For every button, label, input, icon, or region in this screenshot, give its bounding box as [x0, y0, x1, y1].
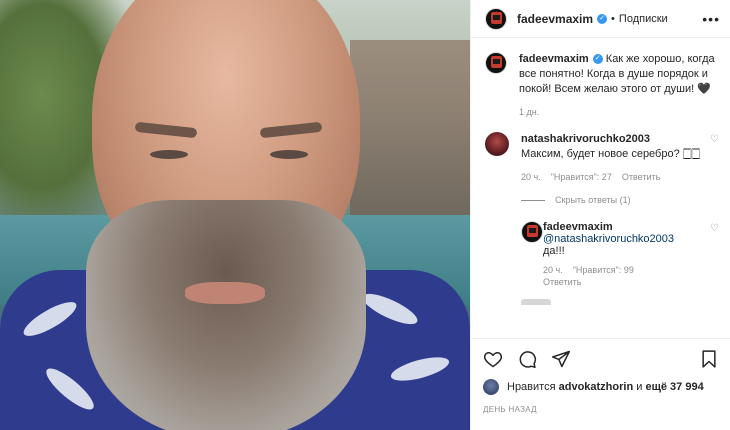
reply-like-icon[interactable]: ♡ — [710, 221, 719, 287]
post-header: fadeevmaxim ✓ • Подписки ••• — [471, 0, 730, 38]
follow-status-button[interactable]: Подписки — [619, 13, 668, 25]
caption-body: fadeevmaxim ✓ Как же хорошо, когда все по… — [519, 52, 719, 120]
comment-username[interactable]: natashakrivoruchko2003 — [521, 133, 650, 145]
header-separator: • — [611, 12, 615, 25]
reply-meta: 20 ч. "Нравится": 99 — [543, 265, 674, 275]
likes-prefix: Нравится — [507, 381, 556, 393]
replies-line — [521, 199, 545, 201]
instagram-post: fadeevmaxim ✓ • Подписки ••• fadeevmaxim… — [0, 0, 730, 430]
likes-user[interactable]: advokatzhorin — [559, 381, 634, 393]
shirt-pattern — [359, 288, 421, 330]
post-photo[interactable] — [0, 0, 470, 430]
reply-likes[interactable]: "Нравится": 99 — [573, 265, 634, 275]
comment-body: natashakrivoruchko2003 Максим, будет нов… — [521, 132, 700, 185]
comment-time[interactable]: 20 ч. — [521, 170, 541, 185]
avatar[interactable] — [485, 132, 509, 156]
comments-area[interactable]: fadeevmaxim ✓ Как же хорошо, когда все по… — [471, 38, 730, 338]
verified-icon: ✓ — [597, 13, 608, 24]
caption: fadeevmaxim ✓ Как же хорошо, когда все по… — [485, 52, 719, 120]
reply-body: fadeevmaxim @natashakrivoruchko2003 да!!… — [543, 221, 674, 287]
likes-count[interactable]: ещё 37 994 — [645, 381, 703, 393]
next-comment-partial — [521, 299, 551, 305]
more-icon[interactable]: ••• — [702, 11, 720, 27]
comment-likes[interactable]: "Нравится": 27 — [551, 170, 612, 185]
verified-icon: ✓ — [592, 54, 603, 65]
photo-beard — [86, 200, 366, 430]
heart-icon[interactable] — [483, 349, 503, 369]
reply-mention[interactable]: @natashakrivoruchko2003 — [543, 233, 674, 245]
share-icon[interactable] — [551, 349, 571, 369]
comment-meta: 20 ч. "Нравится": 27 Ответить — [521, 170, 700, 185]
header-username[interactable]: fadeevmaxim — [517, 12, 593, 26]
reply-item: fadeevmaxim @natashakrivoruchko2003 да!!… — [521, 221, 719, 287]
post-actions: Нравится advokatzhorin и ещё 37 994 ДЕНЬ… — [471, 338, 730, 414]
toggle-replies-label[interactable]: Скрыть ответы (1) — [555, 195, 631, 205]
comment-like-icon[interactable]: ♡ — [710, 132, 719, 185]
likes-connector: и — [636, 381, 643, 393]
reply-time[interactable]: 20 ч. — [543, 265, 563, 275]
avatar[interactable] — [485, 7, 507, 30]
comment-icon[interactable] — [517, 349, 537, 369]
comment-reply-button[interactable]: Ответить — [622, 170, 660, 185]
likes-line: Нравится advokatzhorin и ещё 37 994 — [483, 379, 719, 395]
comment-item: natashakrivoruchko2003 Максим, будет нов… — [485, 132, 719, 185]
shirt-pattern — [41, 362, 99, 416]
photo-eye-right — [270, 150, 308, 159]
caption-username[interactable]: fadeevmaxim — [519, 53, 589, 65]
toggle-replies-button[interactable]: Скрыть ответы (1) — [521, 195, 719, 205]
shirt-pattern — [388, 352, 452, 386]
avatar[interactable] — [521, 221, 543, 243]
avatar[interactable] — [483, 379, 499, 395]
reply-username[interactable]: fadeevmaxim — [543, 221, 613, 233]
action-icons — [483, 347, 719, 371]
reply-reply-button[interactable]: Ответить — [543, 277, 674, 287]
post-date[interactable]: ДЕНЬ НАЗАД — [483, 405, 719, 414]
photo-wall — [350, 40, 470, 230]
photo-mouth — [185, 282, 265, 304]
caption-meta: 1 дн. — [519, 105, 719, 120]
reply-text: да!!! — [543, 245, 565, 257]
post-side-panel: fadeevmaxim ✓ • Подписки ••• fadeevmaxim… — [470, 0, 730, 430]
bookmark-icon[interactable] — [699, 349, 719, 369]
avatar[interactable] — [485, 52, 507, 74]
caption-time[interactable]: 1 дн. — [519, 105, 539, 120]
photo-eye-left — [150, 150, 188, 159]
comment-text: Максим, будет новое серебро? 🀆🀆 — [521, 148, 701, 160]
shirt-pattern — [19, 296, 81, 342]
